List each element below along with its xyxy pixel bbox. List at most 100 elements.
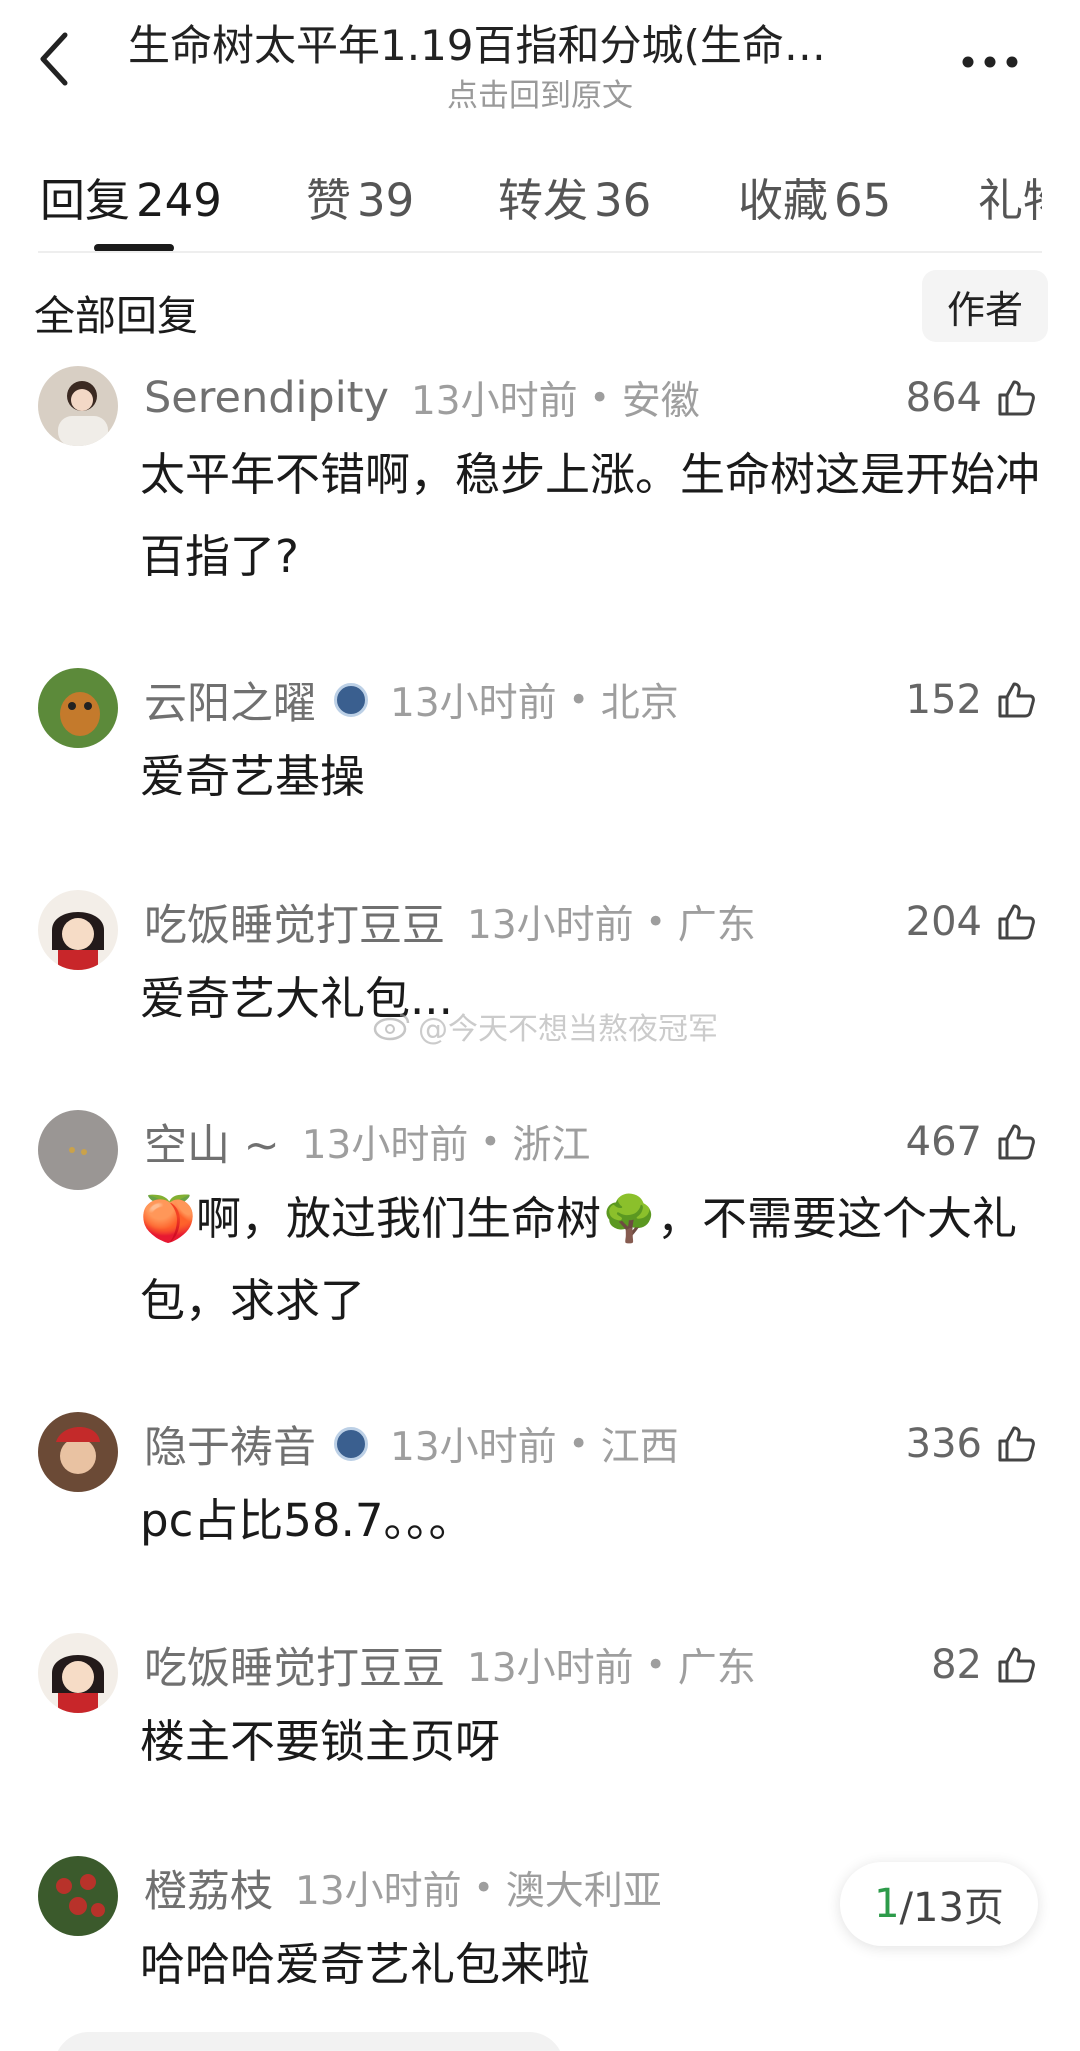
- comment-text: 太平年不错啊，稳步上涨。生命树这是开始冲百指了?: [140, 448, 1041, 583]
- avatar[interactable]: [38, 890, 118, 970]
- tab-favorites[interactable]: 收藏 65: [738, 164, 891, 229]
- comment-text-part: 🍑啊，放过我们生命树: [140, 1192, 602, 1245]
- comment-time: 13小时前: [467, 903, 634, 948]
- separator-dot: •: [568, 1424, 589, 1464]
- bottom-input-bar: [0, 2020, 1080, 2051]
- comment-text: 楼主不要锁主页呀: [140, 1715, 501, 1768]
- comment-meta: Serendipity 13小时前 • 安徽: [144, 368, 700, 428]
- separator-dot: •: [480, 1122, 501, 1162]
- comment-meta: 空山 ~ 13小时前 • 浙江: [144, 1112, 590, 1172]
- like-button[interactable]: 152: [906, 670, 1036, 730]
- username[interactable]: 吃饭睡觉打豆豆: [144, 891, 445, 953]
- like-button[interactable]: 82: [931, 1635, 1036, 1695]
- like-count: 152: [905, 677, 982, 723]
- comment-meta: 吃饭睡觉打豆豆 13小时前 • 广东: [144, 1635, 756, 1695]
- username[interactable]: 隐于祷音: [144, 1413, 316, 1475]
- like-button[interactable]: 336: [906, 1414, 1036, 1474]
- separator-dot: •: [645, 1645, 666, 1685]
- username[interactable]: Serendipity: [144, 373, 389, 423]
- thumb-up-icon: [998, 1426, 1035, 1462]
- tab-label: 回复: [40, 174, 131, 227]
- like-count: 82: [931, 1642, 982, 1688]
- like-button[interactable]: 467: [906, 1112, 1036, 1172]
- comment-meta: 吃饭睡觉打豆豆 13小时前 • 广东: [144, 892, 756, 952]
- weibo-logo-icon: [373, 1013, 410, 1041]
- comment-location: 广东: [677, 903, 756, 948]
- avatar[interactable]: [38, 1633, 118, 1713]
- verified-badge-icon: [334, 1427, 368, 1461]
- comment-location: 江西: [600, 1425, 679, 1470]
- like-button[interactable]: 204: [906, 892, 1036, 952]
- username[interactable]: 橙荔枝: [144, 1857, 273, 1919]
- tab-count: 249: [136, 174, 222, 227]
- comment-text: 爱奇艺基操: [140, 750, 366, 803]
- avatar[interactable]: [38, 668, 118, 748]
- like-count: 864: [905, 375, 982, 421]
- thumb-up-icon: [998, 1124, 1035, 1160]
- thumb-up-icon: [998, 904, 1035, 940]
- comment-location: 北京: [600, 681, 679, 726]
- comment-text: 🍑啊，放过我们生命树🌳，不需要这个大礼包，求求了: [140, 1178, 1040, 1342]
- back-arrow-icon: [40, 32, 68, 86]
- author-filter-button[interactable]: 作者: [922, 270, 1048, 342]
- all-replies-heading: 全部回复: [34, 292, 198, 340]
- avatar[interactable]: [38, 1110, 118, 1190]
- verified-badge-icon: [334, 683, 368, 717]
- like-button[interactable]: 864: [906, 368, 1036, 428]
- more-dots-icon: [962, 56, 1018, 68]
- tab-gifts[interactable]: 礼物: [978, 164, 1042, 229]
- comment-time: 13小时前: [301, 1123, 469, 1168]
- thumb-up-icon: [998, 380, 1035, 416]
- separator-dot: •: [473, 1868, 494, 1908]
- tab-reposts[interactable]: 转发 36: [498, 164, 651, 229]
- weibo-watermark: @今天不想当熬夜冠军: [372, 1004, 718, 1048]
- page-indicator[interactable]: 1/13页: [840, 1862, 1038, 1946]
- avatar[interactable]: [38, 366, 118, 446]
- comment-location: 浙江: [512, 1123, 591, 1168]
- top-bar: 生命树太平年1.19百指和分城(生命… 点击回到原文: [0, 0, 1080, 130]
- tab-replies[interactable]: 回复 249: [40, 164, 222, 229]
- tab-label: 赞: [306, 174, 352, 227]
- comment-time: 13小时前: [390, 1425, 557, 1470]
- like-count: 204: [905, 899, 982, 945]
- username[interactable]: 云阳之曜: [144, 669, 316, 731]
- comment-meta: 云阳之曜 13小时前 • 北京: [144, 670, 679, 730]
- tab-count: 65: [834, 174, 892, 227]
- more-button[interactable]: [960, 42, 1020, 82]
- separator-dot: •: [645, 902, 666, 942]
- avatar[interactable]: [38, 1856, 118, 1936]
- back-button[interactable]: [22, 22, 86, 96]
- username[interactable]: 吃饭睡觉打豆豆: [144, 1634, 445, 1696]
- thumb-up-icon: [998, 1647, 1035, 1683]
- comment-location: 澳大利亚: [505, 1869, 662, 1914]
- username[interactable]: 空山 ~: [144, 1111, 280, 1173]
- comment-time: 13小时前: [467, 1646, 634, 1691]
- tab-count: 36: [594, 174, 652, 227]
- tab-count: 39: [357, 174, 415, 227]
- back-to-original-link[interactable]: 点击回到原文: [128, 70, 952, 115]
- tab-likes[interactable]: 赞 39: [306, 164, 414, 229]
- comment-text: pc占比58.7。。。: [140, 1494, 474, 1547]
- comment-meta: 橙荔枝 13小时前 • 澳大利亚: [144, 1858, 662, 1918]
- like-count: 336: [905, 1421, 982, 1467]
- comment-time: 13小时前: [295, 1869, 462, 1914]
- interaction-tabs: 回复249 赞39 转发36 收藏65 礼物: [0, 150, 1042, 254]
- comment-location: 广东: [677, 1646, 756, 1691]
- current-page: 1: [874, 1881, 900, 1927]
- tab-label: 收藏: [738, 174, 829, 227]
- post-title[interactable]: 生命树太平年1.19百指和分城(生命…: [128, 12, 918, 73]
- watermark-text: @今天不想当熬夜冠军: [418, 1012, 718, 1047]
- reply-input[interactable]: [54, 2032, 564, 2051]
- separator-dot: •: [568, 680, 589, 720]
- comment-location: 安徽: [621, 379, 700, 424]
- tab-label: 礼物: [978, 174, 1042, 227]
- tab-label: 转发: [498, 174, 589, 227]
- like-count: 467: [905, 1119, 982, 1165]
- comment-time: 13小时前: [410, 379, 578, 424]
- tabs-divider: [38, 251, 1042, 253]
- comment-time: 13小时前: [390, 681, 557, 726]
- thumb-up-icon: [998, 682, 1035, 718]
- avatar[interactable]: [38, 1412, 118, 1492]
- total-pages: /13页: [899, 1885, 1004, 1931]
- separator-dot: •: [589, 378, 610, 418]
